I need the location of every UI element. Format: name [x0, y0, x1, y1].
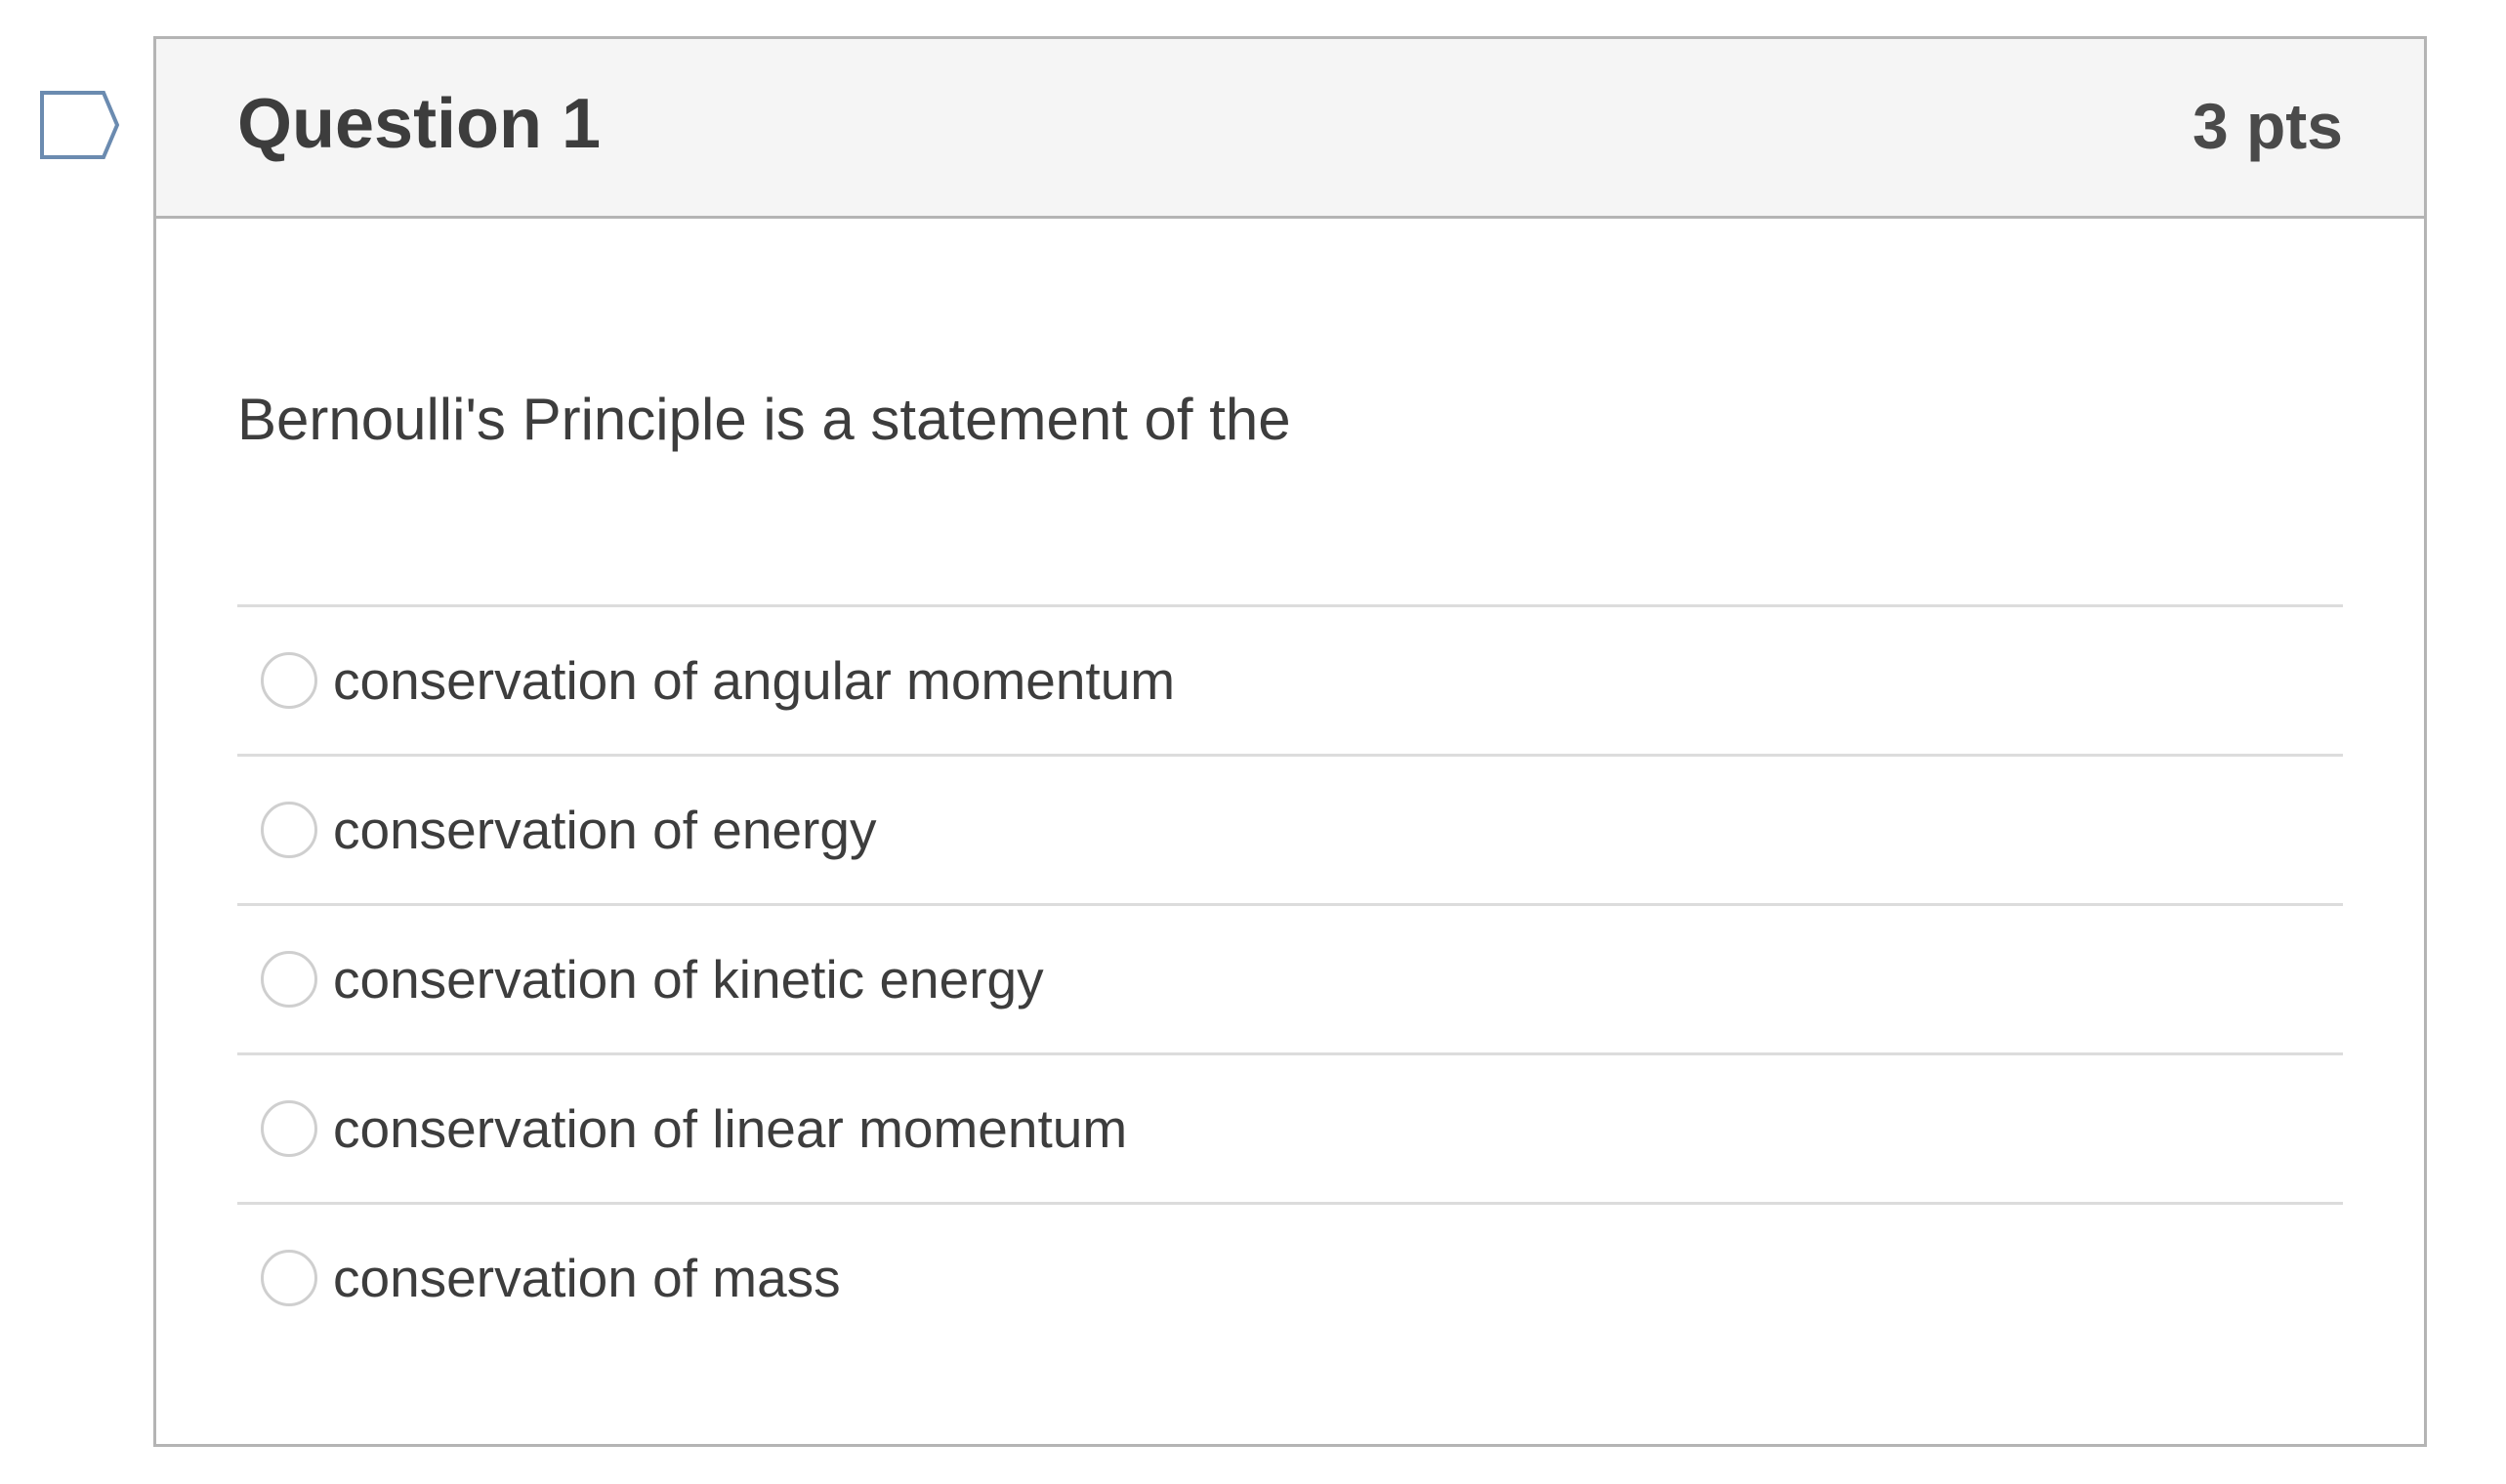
question-text: Bernoulli's Principle is a statement of …	[237, 387, 1291, 452]
answer-option[interactable]: conservation of energy	[237, 754, 2343, 903]
answer-option[interactable]: conservation of linear momentum	[237, 1052, 2343, 1202]
answer-list: conservation of angular momentum conserv…	[237, 604, 2343, 1351]
radio-button[interactable]	[261, 802, 317, 858]
answer-label: conservation of energy	[333, 800, 877, 860]
answer-label: conservation of kinetic energy	[333, 949, 1044, 1010]
radio-button[interactable]	[261, 951, 317, 1008]
question-card: Question 1 3 pts Bernoulli's Principle i…	[153, 36, 2427, 1447]
answer-label: conservation of angular momentum	[333, 650, 1176, 711]
question-points: 3 pts	[2192, 90, 2343, 162]
flag-question-icon[interactable]	[39, 90, 121, 160]
question-title: Question 1	[237, 85, 602, 163]
question-header: Question 1 3 pts	[156, 39, 2424, 219]
radio-button[interactable]	[261, 652, 317, 709]
bookmark-flag-icon	[40, 91, 120, 159]
answer-option[interactable]: conservation of kinetic energy	[237, 903, 2343, 1052]
answer-option[interactable]: conservation of angular momentum	[237, 604, 2343, 754]
answer-option[interactable]: conservation of mass	[237, 1202, 2343, 1351]
radio-button[interactable]	[261, 1250, 317, 1306]
answer-label: conservation of linear momentum	[333, 1098, 1128, 1159]
radio-button[interactable]	[261, 1100, 317, 1157]
answer-label: conservation of mass	[333, 1248, 841, 1308]
